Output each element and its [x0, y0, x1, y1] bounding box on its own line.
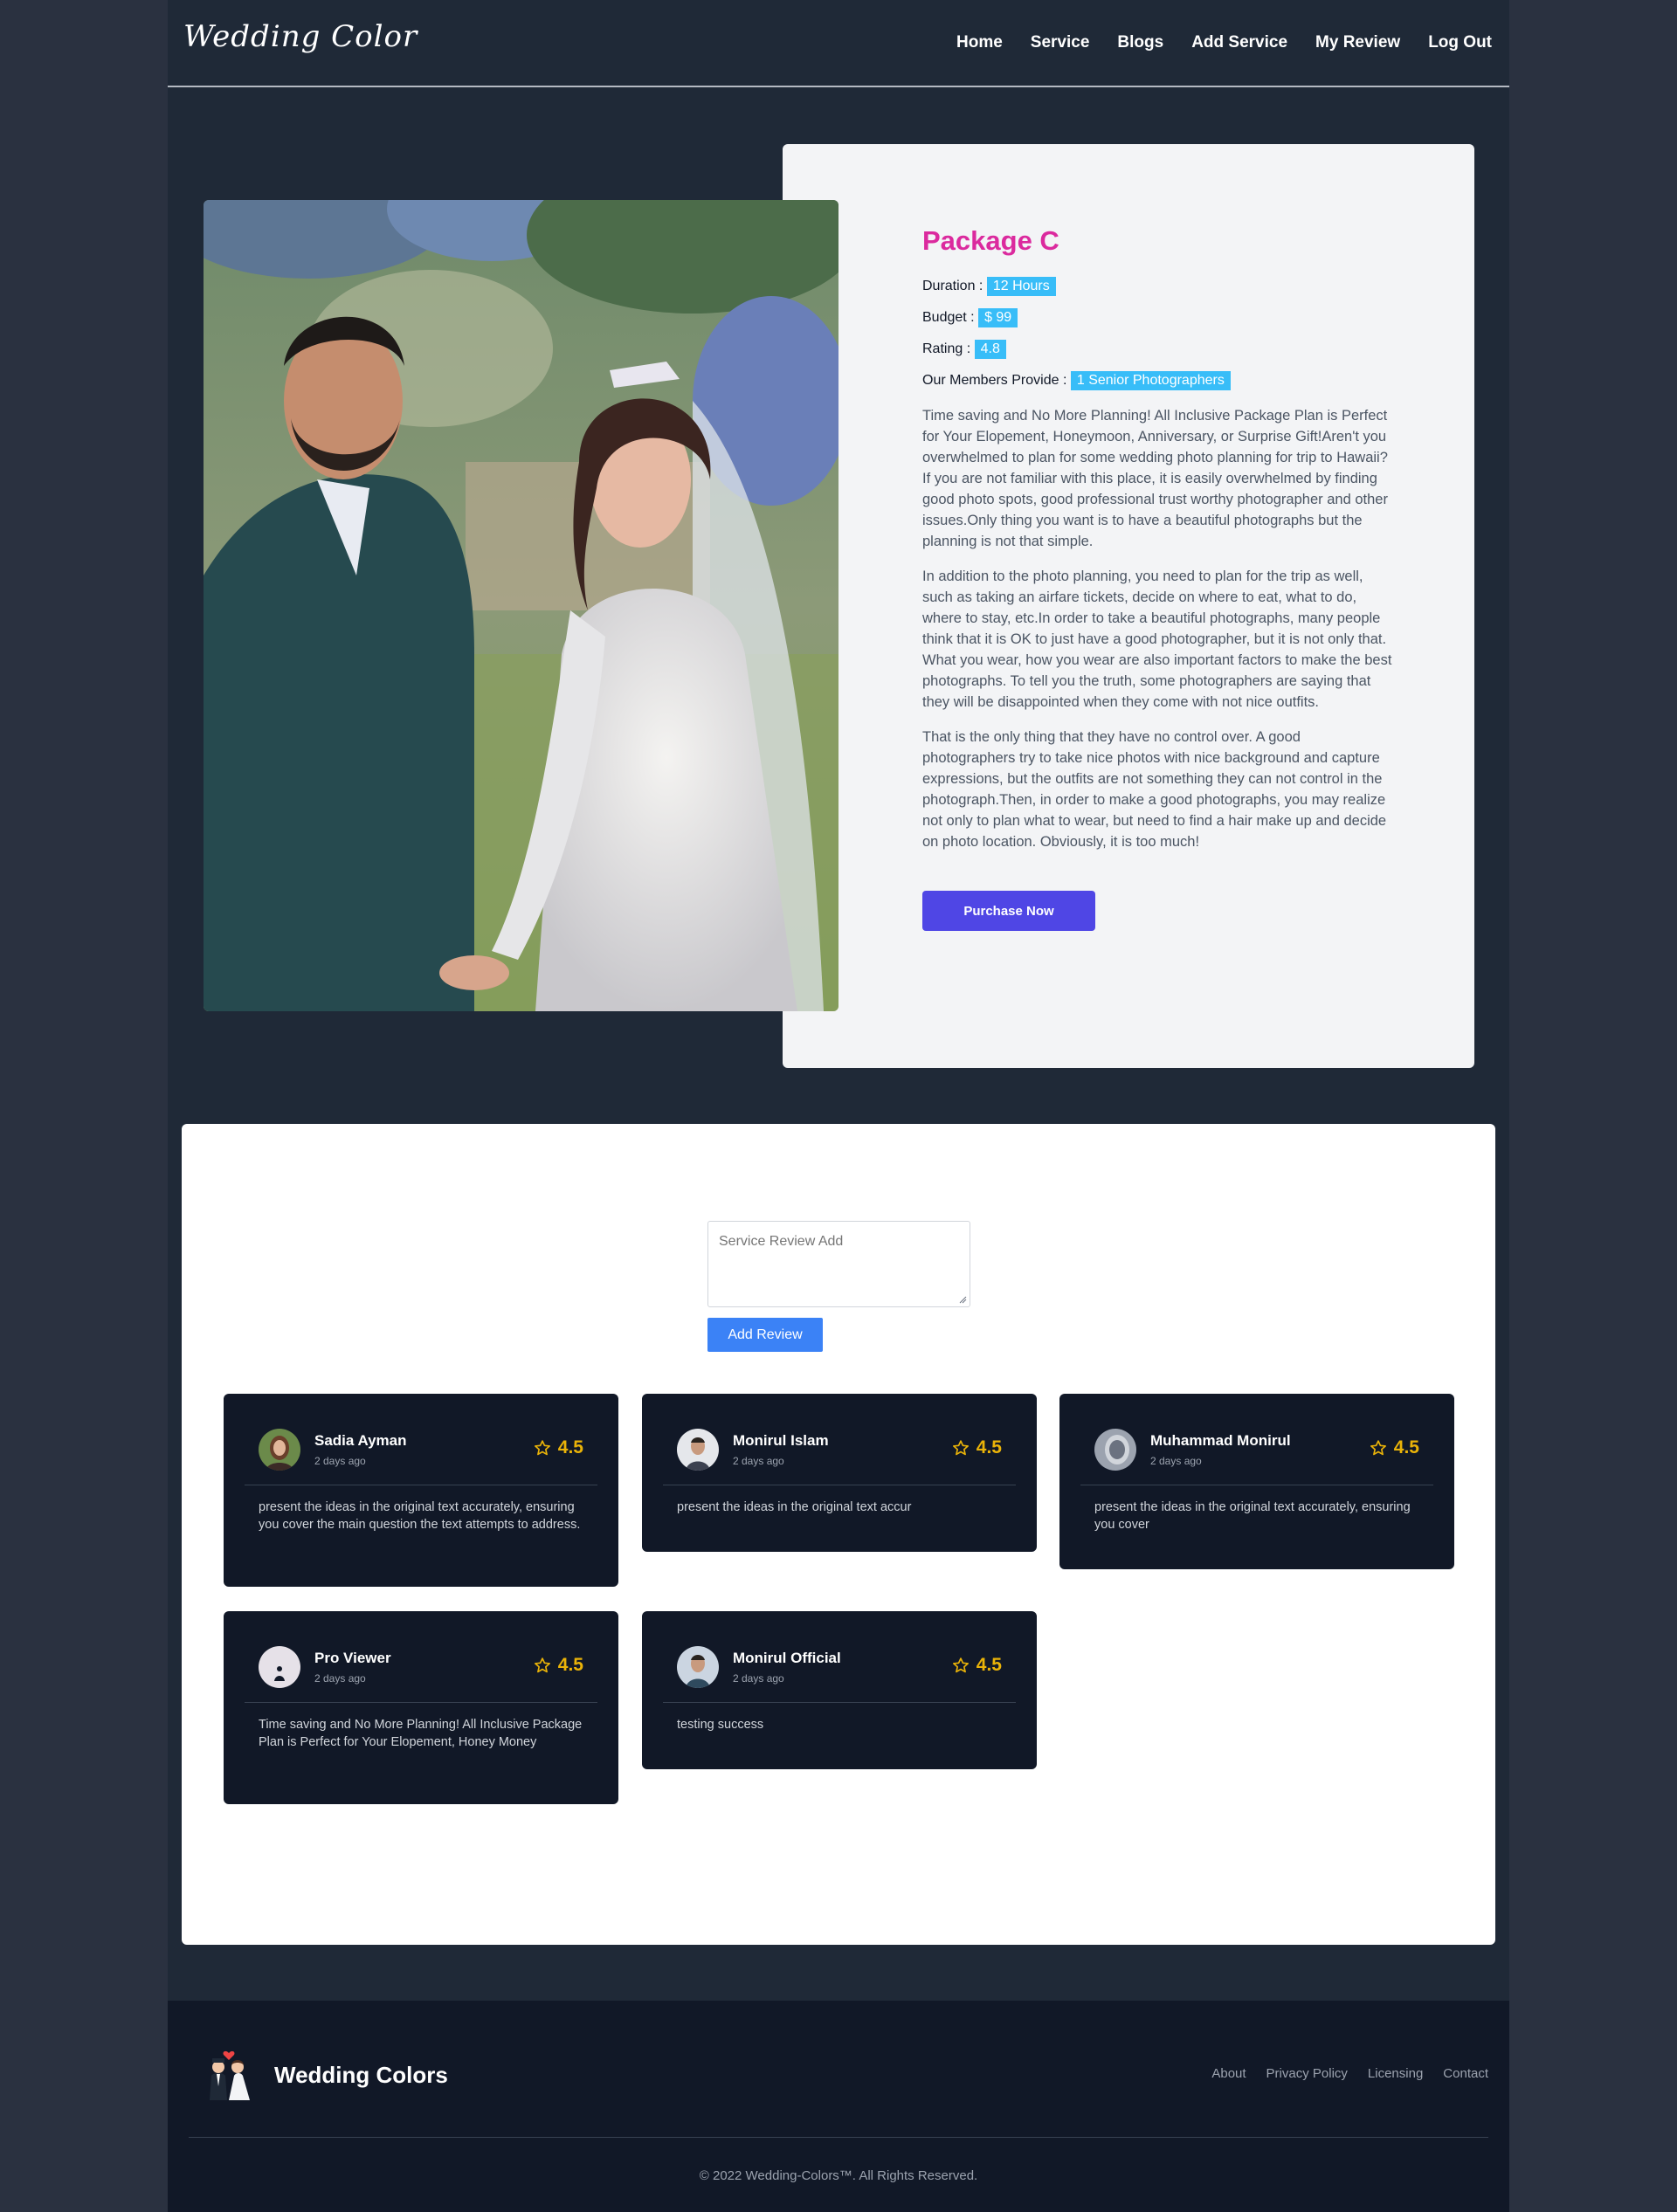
site-footer: Wedding Colors About Privacy Policy Lice… [168, 2001, 1509, 2212]
review-rating: 4.5 [534, 1655, 583, 1676]
review-card: Monirul Official 2 days ago 4.5 testing … [642, 1611, 1037, 1769]
star-icon [1370, 1440, 1386, 1456]
rating-row: Rating : 4.8 [922, 339, 1394, 360]
copyright: © 2022 Wedding-Colors™. All Rights Reser… [699, 2168, 978, 2183]
budget-row: Budget : $ 99 [922, 307, 1394, 328]
page-container: Wedding Color Home Service Blogs Add Ser… [168, 0, 1509, 2212]
wedding-couple-logo-icon[interactable] [203, 2048, 255, 2104]
review-header: Pro Viewer 2 days ago 4.5 [259, 1646, 583, 1688]
main-nav: Home Service Blogs Add Service My Review… [956, 33, 1492, 52]
review-rating: 4.5 [952, 1655, 1002, 1676]
star-icon [534, 1657, 550, 1673]
footer-brand[interactable]: Wedding Colors [274, 2062, 448, 2089]
package-title: Package C [922, 225, 1059, 256]
nav-log-out[interactable]: Log Out [1428, 33, 1492, 52]
review-time: 2 days ago [733, 1672, 784, 1685]
duration-chip: 12 Hours [986, 277, 1056, 296]
avatar [677, 1429, 719, 1471]
description-paragraph: Time saving and No More Planning! All In… [922, 408, 1388, 549]
reviews-section: Add Review Sadia Ayman 2 days ago 4.5 pr… [182, 1124, 1495, 1945]
budget-label: Budget : [922, 310, 975, 325]
rating-label: Rating : [922, 341, 971, 356]
avatar [1094, 1429, 1136, 1471]
review-text: present the ideas in the original text a… [677, 1500, 912, 1514]
review-text: Time saving and No More Planning! All In… [259, 1718, 583, 1749]
add-review-button[interactable]: Add Review [707, 1318, 823, 1352]
review-time: 2 days ago [1150, 1455, 1202, 1467]
rating-value: 4.5 [557, 1437, 583, 1457]
review-rating: 4.5 [1370, 1437, 1419, 1458]
review-text: present the ideas in the original text a… [1094, 1500, 1411, 1532]
members-row: Our Members Provide : 1 Senior Photograp… [922, 370, 1394, 391]
review-card: Muhammad Monirul 2 days ago 4.5 present … [1059, 1394, 1454, 1569]
nav-home[interactable]: Home [956, 33, 1003, 52]
review-time: 2 days ago [314, 1672, 366, 1685]
footer-divider [189, 2137, 1488, 2138]
star-icon [534, 1440, 550, 1456]
members-label: Our Members Provide : [922, 373, 1067, 388]
review-rating: 4.5 [534, 1437, 583, 1458]
description-paragraph: That is the only thing that they have no… [922, 729, 1387, 850]
site-logo[interactable]: Wedding Color [183, 19, 418, 54]
review-header: Monirul Islam 2 days ago 4.5 [677, 1429, 1002, 1471]
duration-label: Duration : [922, 279, 983, 293]
budget-chip: $ 99 [978, 308, 1018, 327]
avatar [677, 1646, 719, 1688]
purchase-now-button[interactable]: Purchase Now [922, 891, 1095, 931]
star-icon [952, 1440, 969, 1456]
description-paragraph: In addition to the photo planning, you n… [922, 569, 1392, 710]
rating-value: 4.5 [976, 1437, 1002, 1457]
star-icon [952, 1657, 969, 1673]
review-card: Monirul Islam 2 days ago 4.5 present the… [642, 1394, 1037, 1552]
footer-link-licensing[interactable]: Licensing [1368, 2066, 1423, 2081]
review-card: Pro Viewer 2 days ago 4.5 Time saving an… [224, 1611, 618, 1804]
review-text: present the ideas in the original text a… [259, 1500, 581, 1532]
rating-value: 4.5 [557, 1655, 583, 1675]
package-photo [204, 200, 838, 1011]
review-header: Monirul Official 2 days ago 4.5 [677, 1646, 1002, 1688]
footer-link-privacy-policy[interactable]: Privacy Policy [1266, 2066, 1348, 2081]
avatar [259, 1646, 300, 1688]
footer-links: About Privacy Policy Licensing Contact [1211, 2066, 1488, 2081]
footer-link-about[interactable]: About [1211, 2066, 1246, 2081]
divider [663, 1702, 1016, 1703]
review-time: 2 days ago [314, 1455, 366, 1467]
nav-my-review[interactable]: My Review [1315, 33, 1400, 52]
package-description: Time saving and No More Planning! All In… [922, 405, 1394, 852]
rating-value: 4.5 [1393, 1437, 1419, 1457]
reviewer-name: Muhammad Monirul [1150, 1432, 1291, 1449]
members-chip: 1 Senior Photographers [1070, 371, 1231, 390]
footer-link-contact[interactable]: Contact [1443, 2066, 1488, 2081]
site-header: Wedding Color Home Service Blogs Add Ser… [168, 0, 1509, 87]
review-input[interactable] [707, 1221, 970, 1307]
nav-service[interactable]: Service [1031, 33, 1090, 52]
rating-value: 4.5 [976, 1655, 1002, 1675]
review-header: Sadia Ayman 2 days ago 4.5 [259, 1429, 583, 1471]
package-details: Package C Duration : 12 Hours Budget : $… [922, 225, 1394, 931]
reviewer-name: Sadia Ayman [314, 1432, 407, 1449]
nav-blogs[interactable]: Blogs [1117, 33, 1163, 52]
duration-row: Duration : 12 Hours [922, 276, 1394, 297]
divider [245, 1702, 597, 1703]
reviewer-name: Monirul Official [733, 1650, 841, 1666]
review-header: Muhammad Monirul 2 days ago 4.5 [1094, 1429, 1419, 1471]
reviewer-name: Monirul Islam [733, 1432, 829, 1449]
review-time: 2 days ago [733, 1455, 784, 1467]
review-text: testing success [677, 1718, 764, 1732]
reviewer-name: Pro Viewer [314, 1650, 391, 1666]
review-card: Sadia Ayman 2 days ago 4.5 present the i… [224, 1394, 618, 1587]
review-rating: 4.5 [952, 1437, 1002, 1458]
avatar [259, 1429, 300, 1471]
nav-add-service[interactable]: Add Service [1191, 33, 1287, 52]
resize-handle-icon[interactable] [958, 1295, 967, 1304]
rating-chip: 4.8 [974, 340, 1006, 359]
